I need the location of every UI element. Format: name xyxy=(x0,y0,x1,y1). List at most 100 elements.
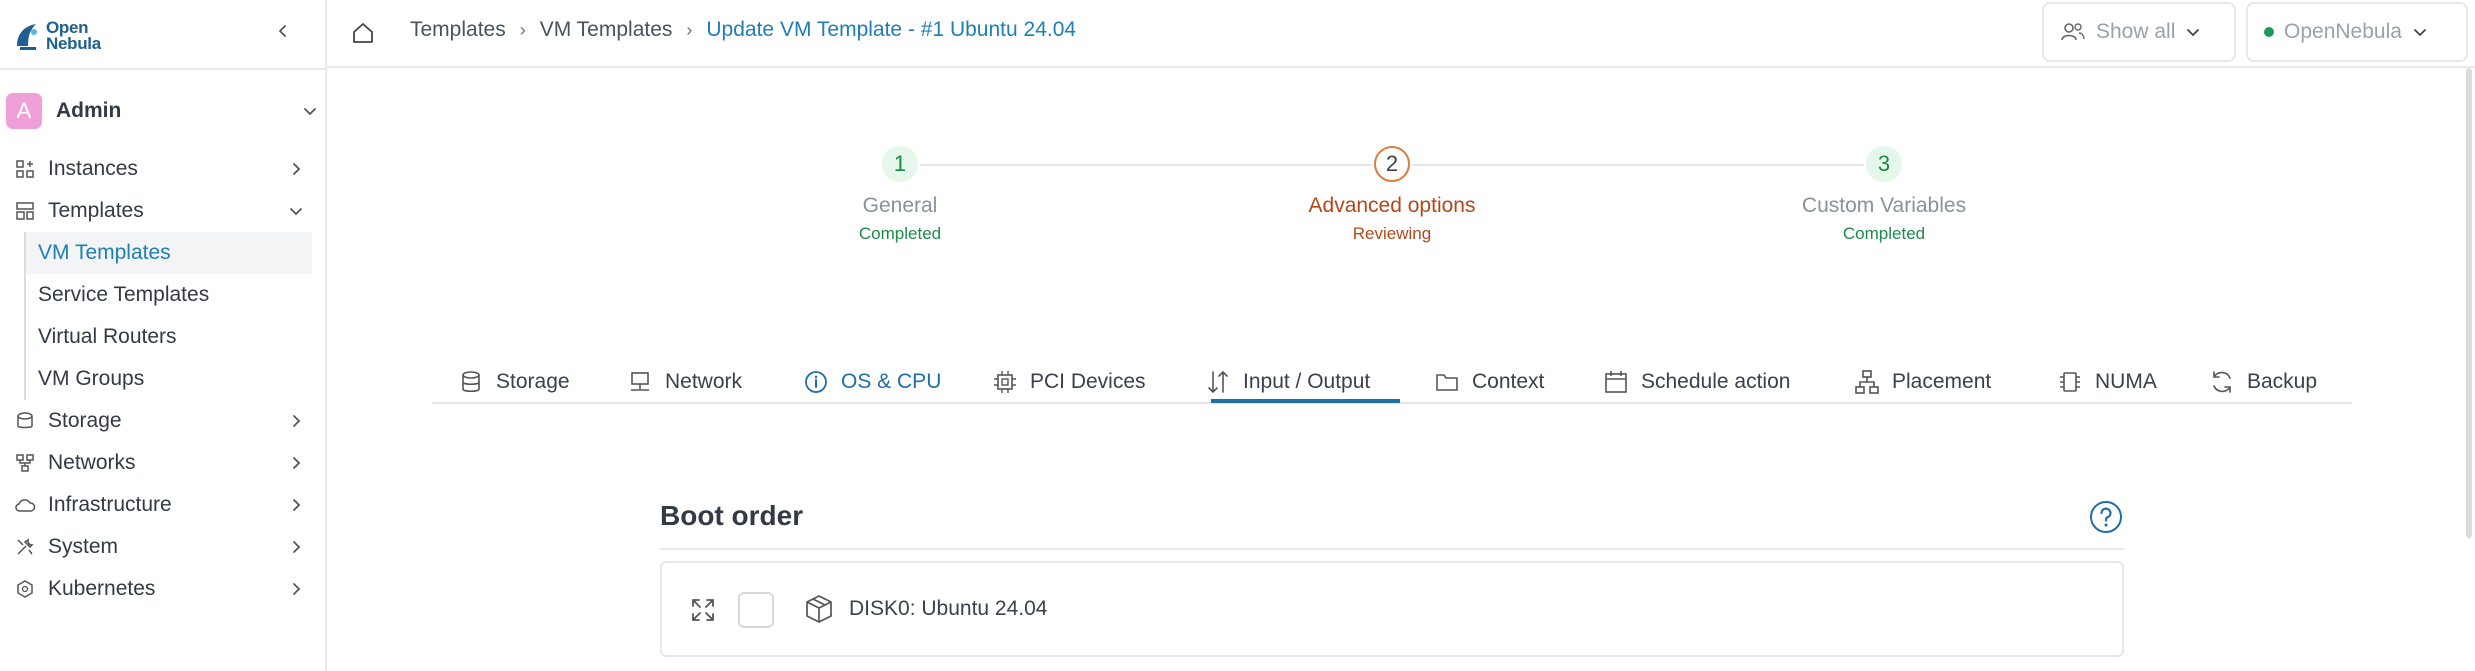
sidebar-divider xyxy=(0,68,325,70)
boot-item-label: DISK0: Ubuntu 24.04 xyxy=(849,597,1048,620)
chevron-down-icon xyxy=(290,208,302,216)
breadcrumb-current-page: Update VM Template - #1 Ubuntu 24.04 xyxy=(706,18,1077,41)
logo-line2: Nebula xyxy=(46,34,101,53)
boot-order-title: Boot order xyxy=(660,500,804,531)
drag-handle-icon[interactable] xyxy=(690,597,716,623)
zone-status-dot xyxy=(2264,27,2274,37)
logo-text: Open Nebula xyxy=(46,19,101,53)
breadcrumb-vm-templates[interactable]: VM Templates xyxy=(540,18,673,42)
step-status: Completed xyxy=(858,224,942,243)
sidebar-item-service-templates[interactable]: Service Templates xyxy=(26,274,325,316)
main-scrollbar[interactable] xyxy=(2466,68,2472,538)
group-filter-select[interactable]: Show all xyxy=(2042,2,2236,62)
sidebar-item-vm-groups[interactable]: VM Groups xyxy=(26,358,325,400)
tab-label: Schedule action xyxy=(1641,370,1791,393)
sidebar-item-templates[interactable]: Templates xyxy=(0,190,325,232)
sidebar-item-infrastructure[interactable]: Infrastructure xyxy=(0,484,325,526)
zone-select[interactable]: OpenNebula xyxy=(2246,2,2468,62)
chevron-down-icon xyxy=(2414,29,2426,37)
sidebar: Open Nebula A Admin Instances Templates … xyxy=(0,0,327,671)
database-icon xyxy=(462,371,480,393)
calendar-icon xyxy=(1605,371,1627,393)
group-filter-value: Show all xyxy=(2096,20,2176,43)
tab-label: Backup xyxy=(2247,370,2318,393)
tab-os-cpu[interactable]: OS & CPU xyxy=(803,362,941,402)
step-status: Completed xyxy=(1842,224,1926,243)
tab-placement[interactable]: Placement xyxy=(1854,362,1991,402)
logo[interactable]: Open Nebula xyxy=(14,18,101,54)
tab-label: NUMA xyxy=(2095,370,2157,393)
sidebar-item-label: Infrastructure xyxy=(48,493,172,516)
tab-context[interactable]: Context xyxy=(1434,362,1544,402)
boot-item-checkbox[interactable] xyxy=(738,592,774,628)
refresh-icon xyxy=(2213,371,2231,393)
cloud-icon xyxy=(14,494,36,516)
help-icon[interactable] xyxy=(2089,500,2123,534)
chevron-right-icon xyxy=(293,415,301,427)
tools-icon xyxy=(14,536,36,558)
step-number: 3 xyxy=(1866,146,1902,182)
tab-label: Placement xyxy=(1892,370,1992,393)
sidebar-item-networks[interactable]: Networks xyxy=(0,442,325,484)
home-icon[interactable] xyxy=(350,20,376,46)
step-advanced-options[interactable]: 2 Advanced options Reviewing xyxy=(1212,146,1572,244)
sidebar-item-label: Templates xyxy=(48,199,144,222)
storage-icon xyxy=(14,410,36,432)
active-tab-indicator xyxy=(1211,399,1400,403)
sidebar-item-kubernetes[interactable]: Kubernetes xyxy=(0,568,325,610)
chevron-left-icon xyxy=(279,25,286,37)
step-custom-variables[interactable]: 3 Custom Variables Completed xyxy=(1704,146,2064,244)
chevron-right-icon: › xyxy=(519,19,526,40)
tab-backup[interactable]: Backup xyxy=(2209,362,2317,402)
templates-submenu: VM Templates Service Templates Virtual R… xyxy=(24,232,325,400)
sidebar-item-label: System xyxy=(48,535,119,558)
step-general[interactable]: 1 General Completed xyxy=(720,146,1080,244)
user-name: Admin xyxy=(56,99,122,122)
step-status: Reviewing xyxy=(1352,224,1432,243)
chevron-right-icon xyxy=(293,541,301,553)
arrows-up-down-icon xyxy=(1208,370,1228,394)
user-menu[interactable]: A Admin xyxy=(6,93,318,129)
chevron-down-icon xyxy=(2187,29,2200,37)
avatar: A xyxy=(6,93,42,129)
templates-icon xyxy=(14,200,36,222)
zone-value: OpenNebula xyxy=(2284,20,2402,43)
chevron-right-icon xyxy=(293,583,301,595)
sidebar-nav: Instances Templates VM Templates Service… xyxy=(0,148,325,610)
step-number: 2 xyxy=(1374,146,1410,182)
tab-label: Input / Output xyxy=(1243,370,1371,393)
sidebar-item-vm-templates[interactable]: VM Templates xyxy=(26,232,312,274)
sidebar-item-label: Kubernetes xyxy=(48,577,156,600)
tab-label: OS & CPU xyxy=(841,370,942,393)
sidebar-item-storage[interactable]: Storage xyxy=(0,400,325,442)
tab-schedule-action[interactable]: Schedule action xyxy=(1603,362,1790,402)
tab-label: PCI Devices xyxy=(1030,370,1146,393)
section-divider xyxy=(660,548,2124,550)
breadcrumb-templates[interactable]: Templates xyxy=(410,18,506,42)
tab-storage[interactable]: Storage xyxy=(458,362,570,402)
tab-numa[interactable]: NUMA xyxy=(2057,362,2157,402)
collapse-sidebar-button[interactable] xyxy=(272,20,294,42)
step-title: General xyxy=(862,194,938,217)
sidebar-item-instances[interactable]: Instances xyxy=(0,148,325,190)
tab-network[interactable]: Network xyxy=(627,362,742,402)
step-number: 1 xyxy=(882,146,918,182)
tab-label: Storage xyxy=(496,370,570,393)
cpu-icon xyxy=(2060,372,2080,392)
box-icon xyxy=(806,595,832,623)
hierarchy-icon xyxy=(1855,370,1879,394)
chevron-right-icon xyxy=(293,499,301,511)
kubernetes-icon xyxy=(14,578,36,600)
chevron-right-icon: › xyxy=(686,19,693,40)
boot-order-item[interactable]: DISK0: Ubuntu 24.04 xyxy=(660,561,2124,657)
sidebar-item-system[interactable]: System xyxy=(0,526,325,568)
tab-pci-devices[interactable]: PCI Devices xyxy=(992,362,1146,402)
sidebar-item-label: Instances xyxy=(48,157,138,180)
breadcrumb: Templates › VM Templates › Update VM Tem… xyxy=(410,18,1076,42)
chevron-right-icon xyxy=(293,457,301,469)
tab-input-output[interactable]: Input / Output xyxy=(1205,362,1370,402)
network-icon xyxy=(631,372,649,391)
sidebar-item-virtual-routers[interactable]: Virtual Routers xyxy=(26,316,325,358)
top-bar: Templates › VM Templates › Update VM Tem… xyxy=(327,0,2475,68)
tab-label: Context xyxy=(1472,370,1545,393)
